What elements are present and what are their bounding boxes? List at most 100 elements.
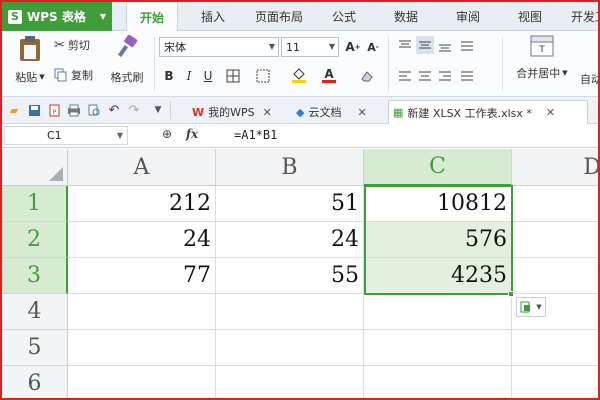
tab-page-layout[interactable]: 页面布局 bbox=[246, 2, 312, 31]
tab-formulas[interactable]: 公式 bbox=[322, 2, 366, 31]
cell-c1[interactable]: 10812 bbox=[364, 186, 512, 222]
fill-pattern-icon[interactable] bbox=[254, 67, 272, 85]
fill-color-icon[interactable] bbox=[290, 66, 308, 84]
bold-icon[interactable]: B bbox=[160, 67, 178, 85]
redo-icon[interactable]: ↷ bbox=[126, 102, 142, 118]
app-menu-button[interactable]: S WPS 表格 ▼ bbox=[2, 2, 112, 31]
underline-icon[interactable]: U bbox=[199, 67, 217, 85]
font-color-icon[interactable]: A bbox=[320, 66, 338, 84]
format-painter-button[interactable]: 格式刷 bbox=[106, 35, 148, 93]
name-box[interactable]: C1 ▼ bbox=[4, 126, 128, 145]
doc-tab-label: 云文档 bbox=[308, 106, 342, 119]
tab-insert[interactable]: 插入 bbox=[188, 2, 238, 31]
cell-c3[interactable]: 4235 bbox=[364, 258, 512, 294]
export-pdf-icon[interactable]: P bbox=[46, 102, 62, 118]
copy-button[interactable]: 复制 bbox=[54, 67, 93, 83]
row-header-6[interactable]: 6 bbox=[2, 366, 68, 398]
quick-access-customize-icon[interactable]: ▼ bbox=[150, 102, 166, 118]
cell-b3[interactable]: 55 bbox=[216, 258, 364, 294]
zoom-search-icon[interactable]: ⊕ bbox=[162, 127, 172, 141]
column-header-c[interactable]: C bbox=[364, 149, 512, 186]
select-all-corner[interactable] bbox=[2, 149, 68, 186]
doc-tab-my-wps[interactable]: W 我的WPS ✕ bbox=[188, 100, 272, 124]
svg-text:T: T bbox=[538, 45, 545, 55]
decrease-font-size-icon[interactable]: A- bbox=[364, 38, 382, 56]
row-header-5[interactable]: 5 bbox=[2, 330, 68, 366]
cell-d2[interactable] bbox=[512, 222, 598, 258]
row-header-1[interactable]: 1 bbox=[2, 186, 68, 222]
column-header-a[interactable]: A bbox=[68, 149, 216, 186]
wrap-text-button[interactable]: 自动 bbox=[580, 71, 598, 87]
undo-icon[interactable]: ↶ bbox=[106, 102, 122, 118]
cell-a1[interactable]: 212 bbox=[68, 186, 216, 222]
open-folder-icon[interactable]: ▰ bbox=[6, 102, 22, 118]
justify-icon[interactable] bbox=[458, 67, 476, 85]
print-icon[interactable] bbox=[66, 102, 82, 118]
close-icon[interactable]: ✕ bbox=[546, 106, 555, 119]
tab-view[interactable]: 视图 bbox=[508, 2, 552, 31]
paste-options-button[interactable]: ▼ bbox=[516, 297, 546, 317]
print-preview-icon[interactable] bbox=[86, 102, 102, 118]
cell-c6[interactable] bbox=[364, 366, 512, 398]
doc-tab-new-sheet[interactable]: ▦ 新建 XLSX 工作表.xlsx * ✕ bbox=[388, 100, 588, 124]
increase-font-size-icon[interactable]: A + bbox=[344, 38, 362, 56]
font-size-select[interactable]: 11 ▼ bbox=[281, 37, 339, 57]
clear-format-icon[interactable] bbox=[358, 67, 376, 85]
cell-b5[interactable] bbox=[216, 330, 364, 366]
font-name-select[interactable]: 宋体 ▼ bbox=[159, 37, 279, 57]
close-icon[interactable]: ✕ bbox=[357, 106, 366, 119]
align-middle-icon[interactable] bbox=[416, 36, 434, 54]
cell-c5[interactable] bbox=[364, 330, 512, 366]
cell-c4[interactable] bbox=[364, 294, 512, 330]
row-header-3[interactable]: 3 bbox=[2, 258, 68, 294]
cell-d3[interactable] bbox=[512, 258, 598, 294]
cell-a2[interactable]: 24 bbox=[68, 222, 216, 258]
font-size-value: 11 bbox=[286, 40, 300, 54]
cell-a5[interactable] bbox=[68, 330, 216, 366]
cell-a4[interactable] bbox=[68, 294, 216, 330]
align-center-icon[interactable] bbox=[416, 67, 434, 85]
fill-handle[interactable] bbox=[508, 291, 514, 297]
cell-b6[interactable] bbox=[216, 366, 364, 398]
cell-b2[interactable]: 24 bbox=[216, 222, 364, 258]
cell-d5[interactable] bbox=[512, 330, 598, 366]
align-bottom-icon[interactable] bbox=[436, 37, 454, 55]
cell-c2[interactable]: 576 bbox=[364, 222, 512, 258]
chevron-down-icon: ▼ bbox=[328, 42, 335, 51]
cell-a6[interactable] bbox=[68, 366, 216, 398]
italic-icon[interactable]: I bbox=[180, 67, 198, 85]
align-top-icon[interactable] bbox=[396, 37, 414, 55]
cut-button[interactable]: ✂ 剪切 bbox=[54, 37, 90, 53]
align-right-icon[interactable] bbox=[436, 67, 454, 85]
save-icon[interactable] bbox=[26, 102, 42, 118]
doc-tab-cloud-docs[interactable]: ◆ 云文档 ✕ bbox=[292, 100, 367, 124]
align-left-icon[interactable] bbox=[396, 67, 414, 85]
cloud-cube-icon: ◆ bbox=[296, 105, 305, 119]
tab-data[interactable]: 数据 bbox=[384, 2, 428, 31]
ribbon-separator bbox=[388, 37, 389, 91]
tab-review[interactable]: 审阅 bbox=[446, 2, 490, 31]
column-header-d[interactable]: D bbox=[512, 149, 598, 186]
orientation-icon[interactable] bbox=[458, 37, 476, 55]
borders-icon[interactable] bbox=[224, 67, 242, 85]
svg-text:P: P bbox=[52, 109, 56, 116]
tab-developer[interactable]: 开发工 bbox=[564, 2, 598, 31]
row-header-2[interactable]: 2 bbox=[2, 222, 68, 258]
cell-d1[interactable] bbox=[512, 186, 598, 222]
copy-label: 复制 bbox=[71, 69, 93, 82]
tab-home[interactable]: 开始 bbox=[126, 2, 178, 32]
formula-input[interactable]: =A1*B1 bbox=[234, 128, 277, 142]
chevron-down-icon: ▼ bbox=[39, 73, 45, 81]
quick-access-bar: ▰ P ↶ ↷ ▼ W 我的WPS ✕ ◆ 云文档 ✕ ▦ 新建 XLSX 工作… bbox=[2, 97, 598, 124]
close-icon[interactable]: ✕ bbox=[263, 106, 272, 119]
merge-center-button[interactable]: T 合并居中 ▼ bbox=[510, 35, 574, 93]
cell-a3[interactable]: 77 bbox=[68, 258, 216, 294]
column-header-b[interactable]: B bbox=[216, 149, 364, 186]
cell-b4[interactable] bbox=[216, 294, 364, 330]
chevron-down-icon: ▼ bbox=[562, 69, 568, 77]
paste-button[interactable]: 粘贴 ▼ bbox=[10, 35, 50, 93]
row-header-4[interactable]: 4 bbox=[2, 294, 68, 330]
cell-d6[interactable] bbox=[512, 366, 598, 398]
fx-button[interactable]: fx bbox=[186, 127, 198, 141]
cell-b1[interactable]: 51 bbox=[216, 186, 364, 222]
